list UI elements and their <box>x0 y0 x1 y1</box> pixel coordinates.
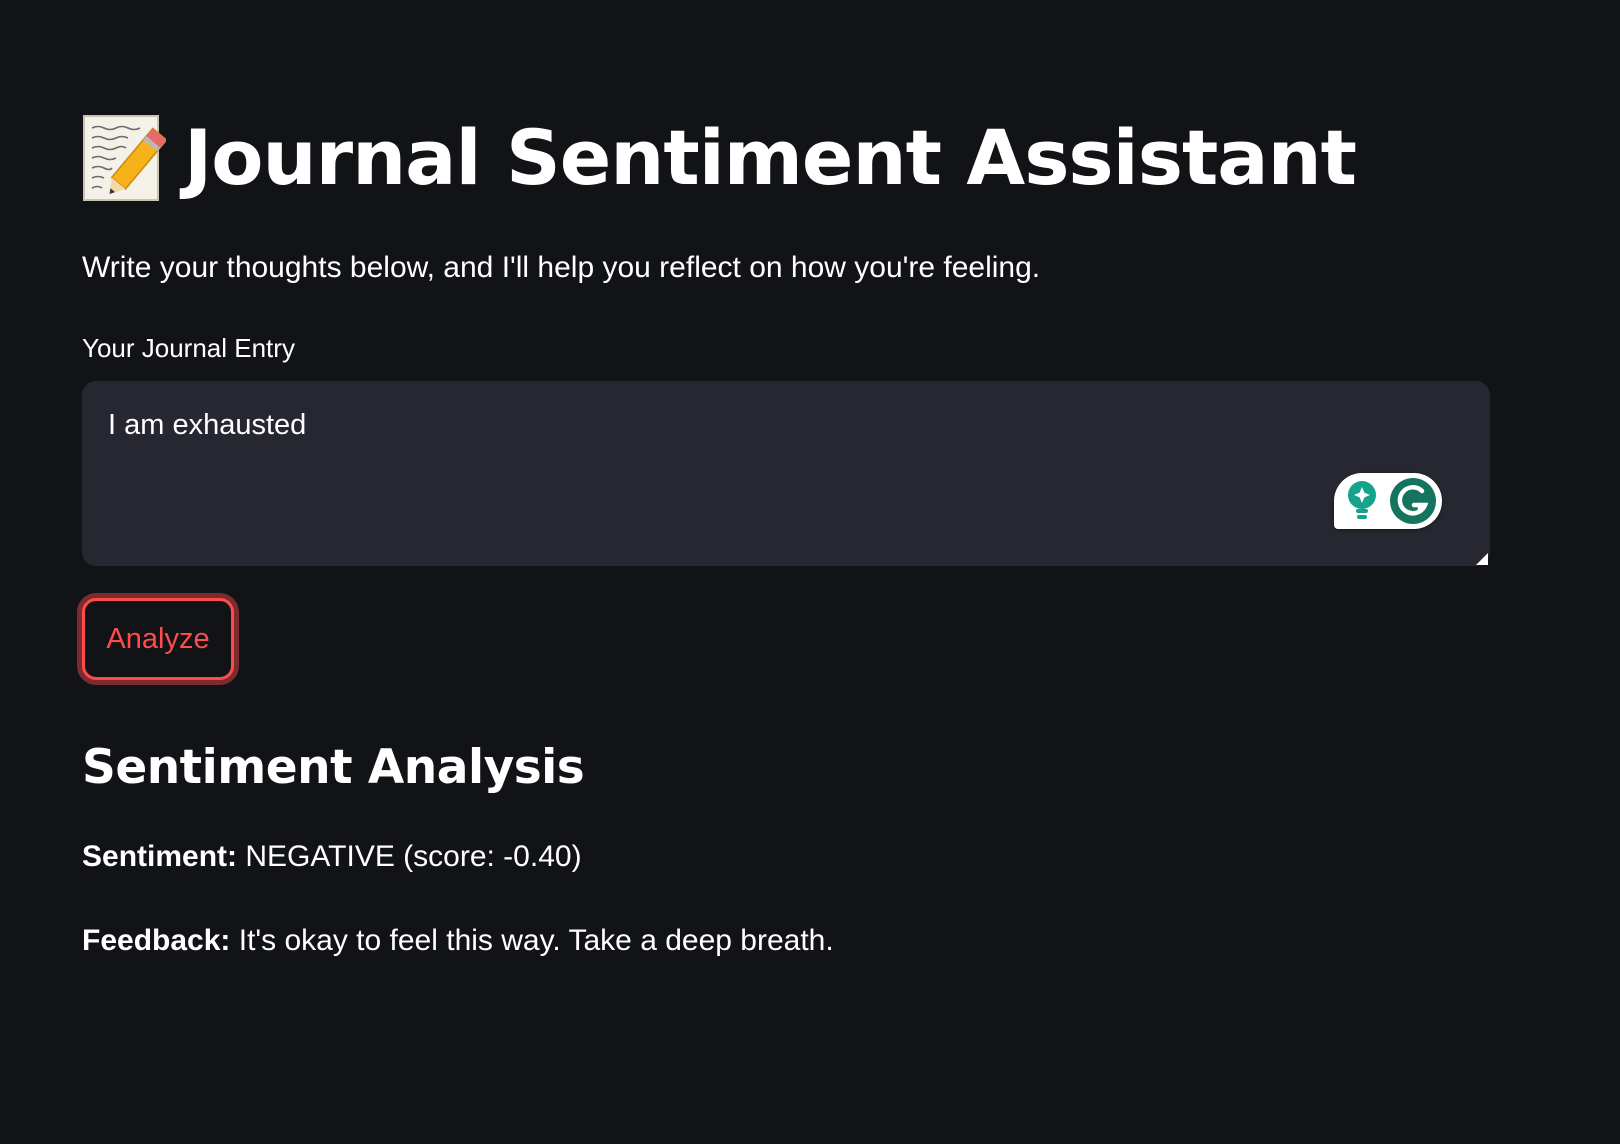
app-root: Journal Sentiment Assistant Write your t… <box>0 0 1620 1144</box>
journal-entry-textarea[interactable]: I am exhausted <box>82 381 1490 566</box>
page-title: Journal Sentiment Assistant <box>184 113 1357 202</box>
grammarly-icon[interactable] <box>1390 478 1436 524</box>
title-row: Journal Sentiment Assistant <box>82 100 1357 216</box>
journal-entry-label: Your Journal Entry <box>82 333 295 363</box>
sentiment-label: Sentiment: <box>82 840 238 873</box>
feedback-label: Feedback: <box>82 924 231 957</box>
sentiment-value: NEGATIVE (score: -0.40) <box>245 840 582 873</box>
feedback-value: It's okay to feel this way. Take a deep … <box>238 924 834 957</box>
page-subtitle: Write your thoughts below, and I'll help… <box>82 251 1041 284</box>
sentiment-result: Sentiment: NEGATIVE (score: -0.40) <box>82 836 582 878</box>
resize-handle-icon[interactable] <box>1476 552 1488 565</box>
memo-icon <box>82 112 168 204</box>
feedback-result: Feedback: It's okay to feel this way. Ta… <box>82 920 834 962</box>
sentiment-analysis-heading: Sentiment Analysis <box>82 740 585 795</box>
grammarly-widget[interactable] <box>1334 473 1442 529</box>
analyze-button[interactable]: Analyze <box>82 598 234 680</box>
journal-entry-value[interactable]: I am exhausted <box>108 405 306 445</box>
lightbulb-icon[interactable] <box>1342 477 1382 525</box>
